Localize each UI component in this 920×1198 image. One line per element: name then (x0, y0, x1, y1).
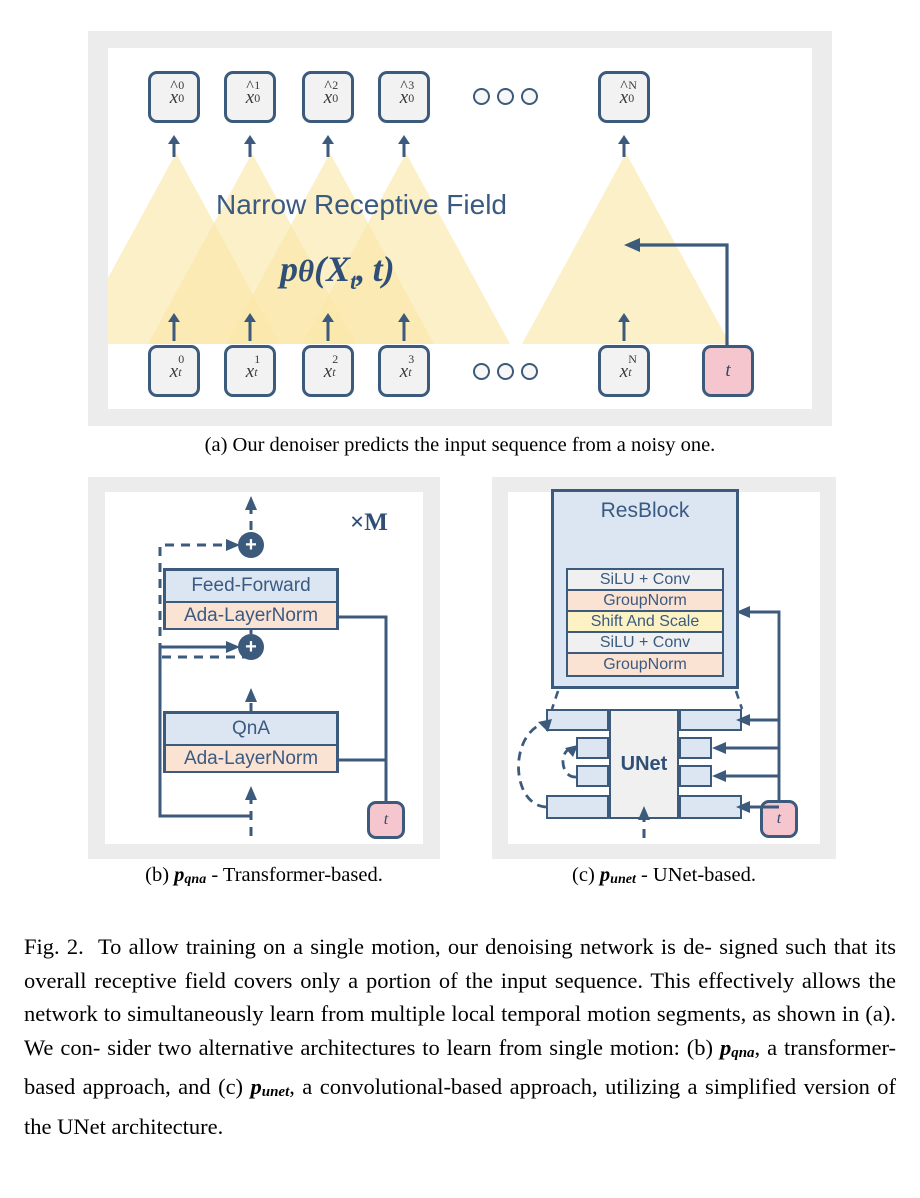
figure-2: x ^ 0 0 x ^ 1 0 x ^ 2 0 x ^ 3 0 x ^ N 0 Narrow Receptiv… (0, 0, 920, 1198)
panel-c-connections (517, 606, 781, 838)
residual-add-bottom: + (238, 634, 264, 660)
residual-add-top: + (238, 532, 264, 558)
